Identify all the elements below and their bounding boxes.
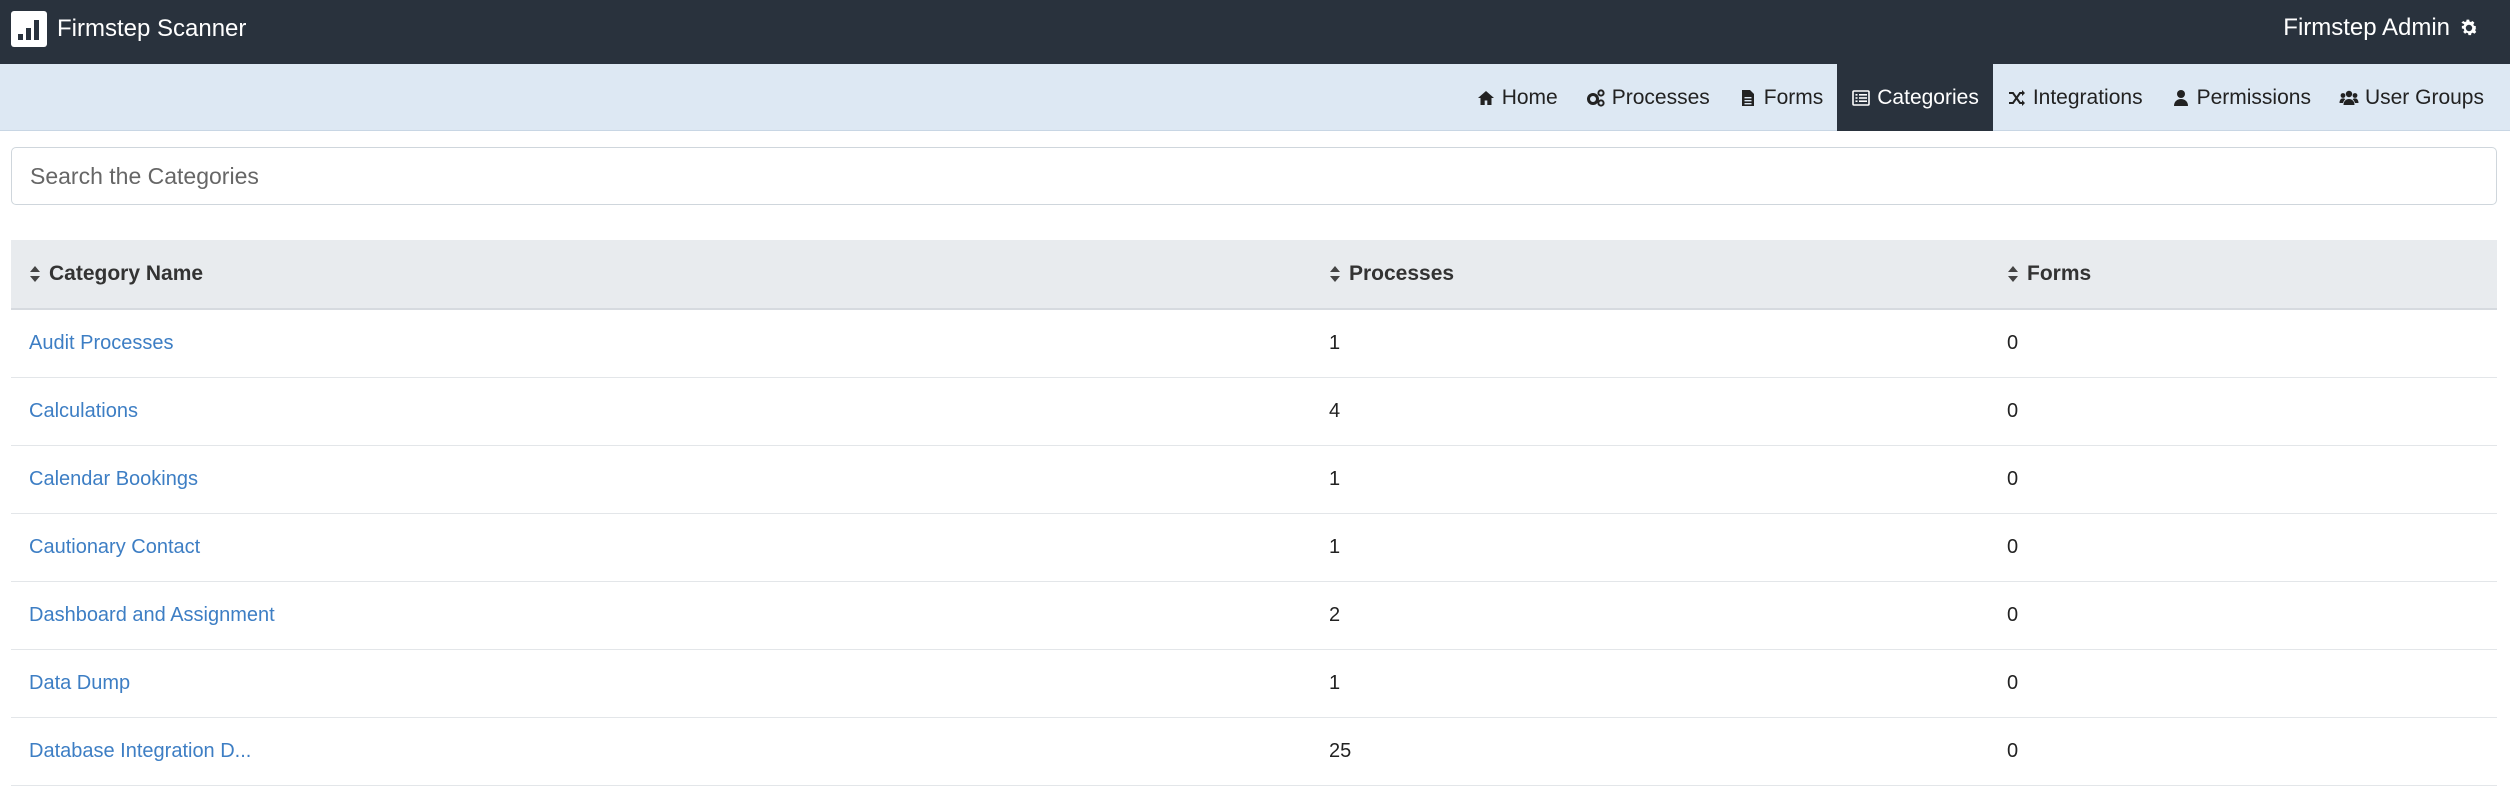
table-row: Database Integration D... 25 0 (11, 718, 2497, 786)
forms-count: 0 (2007, 604, 2019, 626)
nav-processes[interactable]: Processes (1572, 64, 1724, 131)
shuffle-icon (2008, 89, 2025, 106)
category-link[interactable]: Audit Processes (29, 332, 174, 355)
sort-processes[interactable]: Processes (1329, 262, 1454, 286)
forms-count: 0 (2007, 740, 2019, 762)
category-link[interactable]: Database Integration D... (29, 740, 251, 763)
header-processes: Processes (1349, 262, 1455, 285)
category-link[interactable]: Calculations (29, 400, 138, 423)
nav-user-groups-label: User Groups (2364, 85, 2484, 109)
nav-home[interactable]: Home (1462, 64, 1572, 131)
header-category-name: Category Name (49, 262, 204, 285)
user-name: Firmstep Admin (2283, 14, 2450, 41)
table-row: Calendar Bookings 1 0 (11, 446, 2497, 514)
forms-count: 0 (2007, 672, 2019, 694)
sort-forms[interactable]: Forms (2007, 262, 2091, 286)
nav-permissions-label: Permissions (2196, 85, 2311, 109)
category-link[interactable]: Cautionary Contact (29, 536, 200, 559)
nav-integrations[interactable]: Integrations (1993, 64, 2157, 131)
gear-icon (2461, 19, 2478, 36)
forms-count: 0 (2007, 536, 2019, 558)
table-row: Data Dump 1 0 (11, 650, 2497, 718)
table-row: Calculations 4 0 (11, 378, 2497, 446)
sort-icon (1330, 266, 1340, 282)
nav-bar: Home Processes Forms Categories Integrat… (0, 64, 2510, 131)
main-nav: Home Processes Forms Categories Integrat… (1462, 64, 2498, 131)
category-link[interactable]: Data Dump (29, 672, 130, 695)
nav-user-groups[interactable]: User Groups (2325, 64, 2498, 131)
user-menu[interactable]: Firmstep Admin (2283, 14, 2480, 42)
home-icon (1477, 90, 1494, 105)
processes-count: 25 (1329, 740, 1352, 762)
processes-count: 4 (1329, 400, 1341, 422)
category-link[interactable]: Dashboard and Assignment (29, 604, 275, 627)
forms-count: 0 (2007, 468, 2019, 490)
forms-count: 0 (2007, 400, 2019, 422)
sort-icon (2008, 266, 2018, 282)
table-row: Dashboard and Assignment 2 0 (11, 582, 2497, 650)
user-icon (2173, 89, 2188, 106)
processes-count: 2 (1329, 604, 1341, 626)
file-icon (1741, 89, 1754, 106)
search-input[interactable] (11, 147, 2497, 205)
processes-count: 1 (1329, 672, 1341, 694)
cogs-icon (1586, 88, 1605, 107)
header-forms: Forms (2027, 262, 2092, 285)
processes-count: 1 (1329, 468, 1341, 490)
nav-home-label: Home (1501, 85, 1558, 109)
category-link[interactable]: Calendar Bookings (29, 468, 198, 491)
sort-category-name[interactable]: Category Name (29, 262, 203, 286)
nav-integrations-label: Integrations (2032, 85, 2143, 109)
top-bar: Firmstep Scanner Firmstep Admin (0, 0, 2510, 64)
table-row: Audit Processes 1 0 (11, 310, 2497, 378)
categories-table: Category Name Processes Forms Audit Proc… (11, 240, 2497, 786)
bar-chart-logo-icon (11, 11, 47, 47)
list-icon (1852, 89, 1871, 106)
table-header: Category Name Processes Forms (11, 240, 2497, 310)
app-title: Firmstep Scanner (57, 15, 247, 42)
nav-processes-label: Processes (1611, 85, 1710, 109)
brand[interactable]: Firmstep Scanner (11, 11, 247, 47)
sort-icon (30, 266, 40, 282)
table-row: Cautionary Contact 1 0 (11, 514, 2497, 582)
processes-count: 1 (1329, 536, 1341, 558)
forms-count: 0 (2007, 332, 2019, 354)
nav-categories-label: Categories (1877, 85, 1979, 109)
nav-forms-label: Forms (1763, 85, 1824, 109)
nav-forms[interactable]: Forms (1724, 64, 1838, 131)
processes-count: 1 (1329, 332, 1341, 354)
users-icon (2339, 90, 2359, 105)
nav-categories[interactable]: Categories (1837, 64, 1993, 131)
nav-permissions[interactable]: Permissions (2157, 64, 2325, 131)
